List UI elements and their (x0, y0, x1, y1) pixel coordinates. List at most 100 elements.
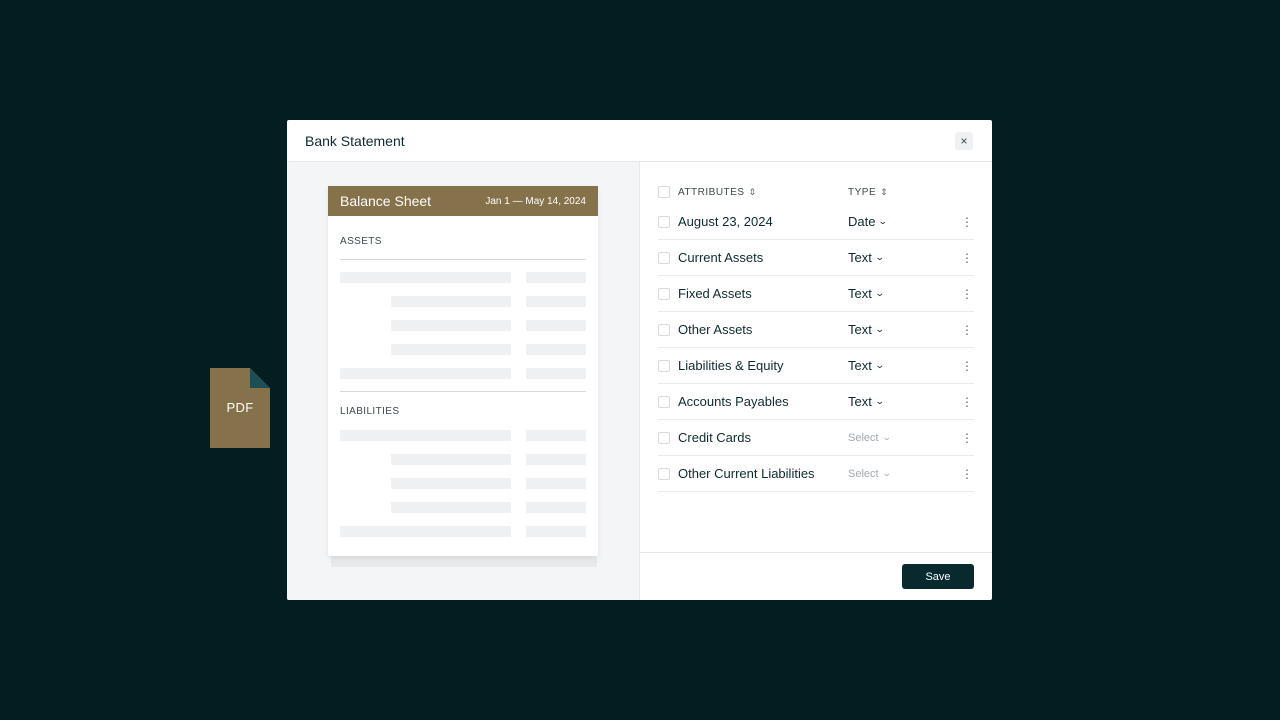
row-checkbox[interactable] (658, 432, 670, 444)
chevron-down-icon: ⌄ (881, 468, 892, 478)
type-dropdown[interactable]: Text ⌄ (848, 322, 885, 337)
modal-title: Bank Statement (305, 132, 405, 149)
table-row: Credit Cards Select ⌄ ⋮ (658, 420, 974, 456)
type-dropdown-value: Text (848, 394, 872, 409)
table-row: Current Assets Text ⌄ ⋮ (658, 240, 974, 276)
placeholder-line (391, 344, 511, 355)
type-dropdown-value: Text (848, 322, 872, 337)
type-dropdown[interactable]: Text ⌄ (848, 286, 885, 301)
placeholder-line (391, 296, 511, 307)
modal-footer: Save (640, 552, 992, 600)
stage: PDF Bank Statement × Balance Sheet Jan 1… (0, 0, 1280, 720)
placeholder-value (526, 502, 586, 513)
table-row: Fixed Assets Text ⌄ ⋮ (658, 276, 974, 312)
type-dropdown[interactable]: Text ⌄ (848, 394, 885, 409)
document-preview-pane: Balance Sheet Jan 1 — May 14, 2024 ASSET… (287, 162, 640, 600)
more-options-icon[interactable]: ⋮ (961, 396, 973, 408)
placeholder-line (391, 502, 511, 513)
row-checkbox[interactable] (658, 252, 670, 264)
save-button[interactable]: Save (902, 564, 974, 589)
row-checkbox[interactable] (658, 216, 670, 228)
document-header: Balance Sheet Jan 1 — May 14, 2024 (328, 186, 598, 216)
placeholder-value (526, 272, 586, 283)
more-options-icon[interactable]: ⋮ (961, 288, 973, 300)
section-label-assets: ASSETS (340, 236, 382, 247)
row-checkbox[interactable] (658, 360, 670, 372)
attribute-name: Credit Cards (678, 430, 751, 445)
table-row: Liabilities & Equity Text ⌄ ⋮ (658, 348, 974, 384)
type-dropdown-value: Select (848, 431, 879, 444)
table-row: August 23, 2024 Date ⌄ ⋮ (658, 204, 974, 240)
placeholder-value (526, 526, 586, 537)
placeholder-value (526, 430, 586, 441)
table-row: Accounts Payables Text ⌄ ⋮ (658, 384, 974, 420)
type-column-header[interactable]: TYPE ⇕ (848, 187, 888, 198)
type-header-label: TYPE (848, 186, 877, 198)
attribute-name: Liabilities & Equity (678, 358, 784, 373)
attribute-name: Current Assets (678, 250, 764, 265)
type-dropdown-value: Text (848, 286, 872, 301)
type-dropdown-value: Date (848, 214, 876, 229)
type-dropdown-value: Select (848, 467, 879, 480)
type-dropdown[interactable]: Text ⌄ (848, 250, 885, 265)
more-options-icon[interactable]: ⋮ (961, 468, 973, 480)
type-dropdown-value: Text (848, 358, 872, 373)
more-options-icon[interactable]: ⋮ (961, 324, 973, 336)
chevron-down-icon: ⌄ (874, 288, 885, 298)
placeholder-line (391, 478, 511, 489)
attribute-name: Other Assets (678, 322, 753, 337)
select-all-checkbox[interactable] (658, 186, 670, 198)
close-button[interactable]: × (955, 132, 973, 150)
placeholder-value (526, 344, 586, 355)
attributes-header-label: ATTRIBUTES (678, 186, 745, 198)
chevron-down-icon: ⌄ (874, 396, 885, 406)
table-row: Other Current Liabilities Select ⌄ ⋮ (658, 456, 974, 492)
placeholder-line (340, 272, 511, 283)
more-options-icon[interactable]: ⋮ (961, 432, 973, 444)
attribute-name: Fixed Assets (678, 286, 752, 301)
modal-header: Bank Statement × (287, 120, 992, 162)
placeholder-line (340, 526, 511, 537)
chevron-down-icon: ⌄ (881, 432, 892, 442)
type-dropdown-value: Text (848, 250, 872, 265)
type-dropdown[interactable]: Date ⌄ (848, 214, 889, 229)
section-divider (340, 259, 586, 260)
placeholder-line (391, 320, 511, 331)
balance-sheet-document: Balance Sheet Jan 1 — May 14, 2024 ASSET… (328, 186, 598, 556)
section-divider (340, 391, 586, 392)
attributes-column-header[interactable]: ATTRIBUTES ⇕ (678, 187, 757, 198)
placeholder-line (340, 430, 511, 441)
document-date-range: Jan 1 — May 14, 2024 (485, 195, 586, 207)
placeholder-value (526, 478, 586, 489)
section-label-liabilities: LIABILITIES (340, 406, 400, 417)
close-icon: × (960, 134, 968, 148)
sort-icon: ⇕ (748, 186, 757, 197)
chevron-down-icon: ⌄ (878, 216, 889, 226)
placeholder-value (526, 296, 586, 307)
pdf-file-fold (250, 368, 270, 388)
row-checkbox[interactable] (658, 288, 670, 300)
chevron-down-icon: ⌄ (874, 360, 885, 370)
row-checkbox[interactable] (658, 324, 670, 336)
more-options-icon[interactable]: ⋮ (961, 360, 973, 372)
row-checkbox[interactable] (658, 468, 670, 480)
more-options-icon[interactable]: ⋮ (961, 252, 973, 264)
type-dropdown[interactable]: Select ⌄ (848, 467, 892, 480)
attribute-name: Accounts Payables (678, 394, 789, 409)
row-checkbox[interactable] (658, 396, 670, 408)
placeholder-value (526, 368, 586, 379)
bank-statement-modal: Bank Statement × Balance Sheet Jan 1 — M… (287, 120, 992, 600)
placeholder-value (526, 320, 586, 331)
more-options-icon[interactable]: ⋮ (961, 216, 973, 228)
type-dropdown[interactable]: Text ⌄ (848, 358, 885, 373)
pdf-file-label: PDF (226, 400, 254, 415)
placeholder-line (391, 454, 511, 465)
type-dropdown[interactable]: Select ⌄ (848, 431, 892, 444)
chevron-down-icon: ⌄ (874, 252, 885, 262)
attribute-name: Other Current Liabilities (678, 466, 815, 481)
attributes-table: ATTRIBUTES ⇕ TYPE ⇕ August 23, 2024 Date ⌄… (640, 162, 992, 552)
table-header: ATTRIBUTES ⇕ TYPE ⇕ (658, 180, 974, 204)
chevron-down-icon: ⌄ (874, 324, 885, 334)
attribute-name: August 23, 2024 (678, 214, 773, 229)
table-row: Other Assets Text ⌄ ⋮ (658, 312, 974, 348)
